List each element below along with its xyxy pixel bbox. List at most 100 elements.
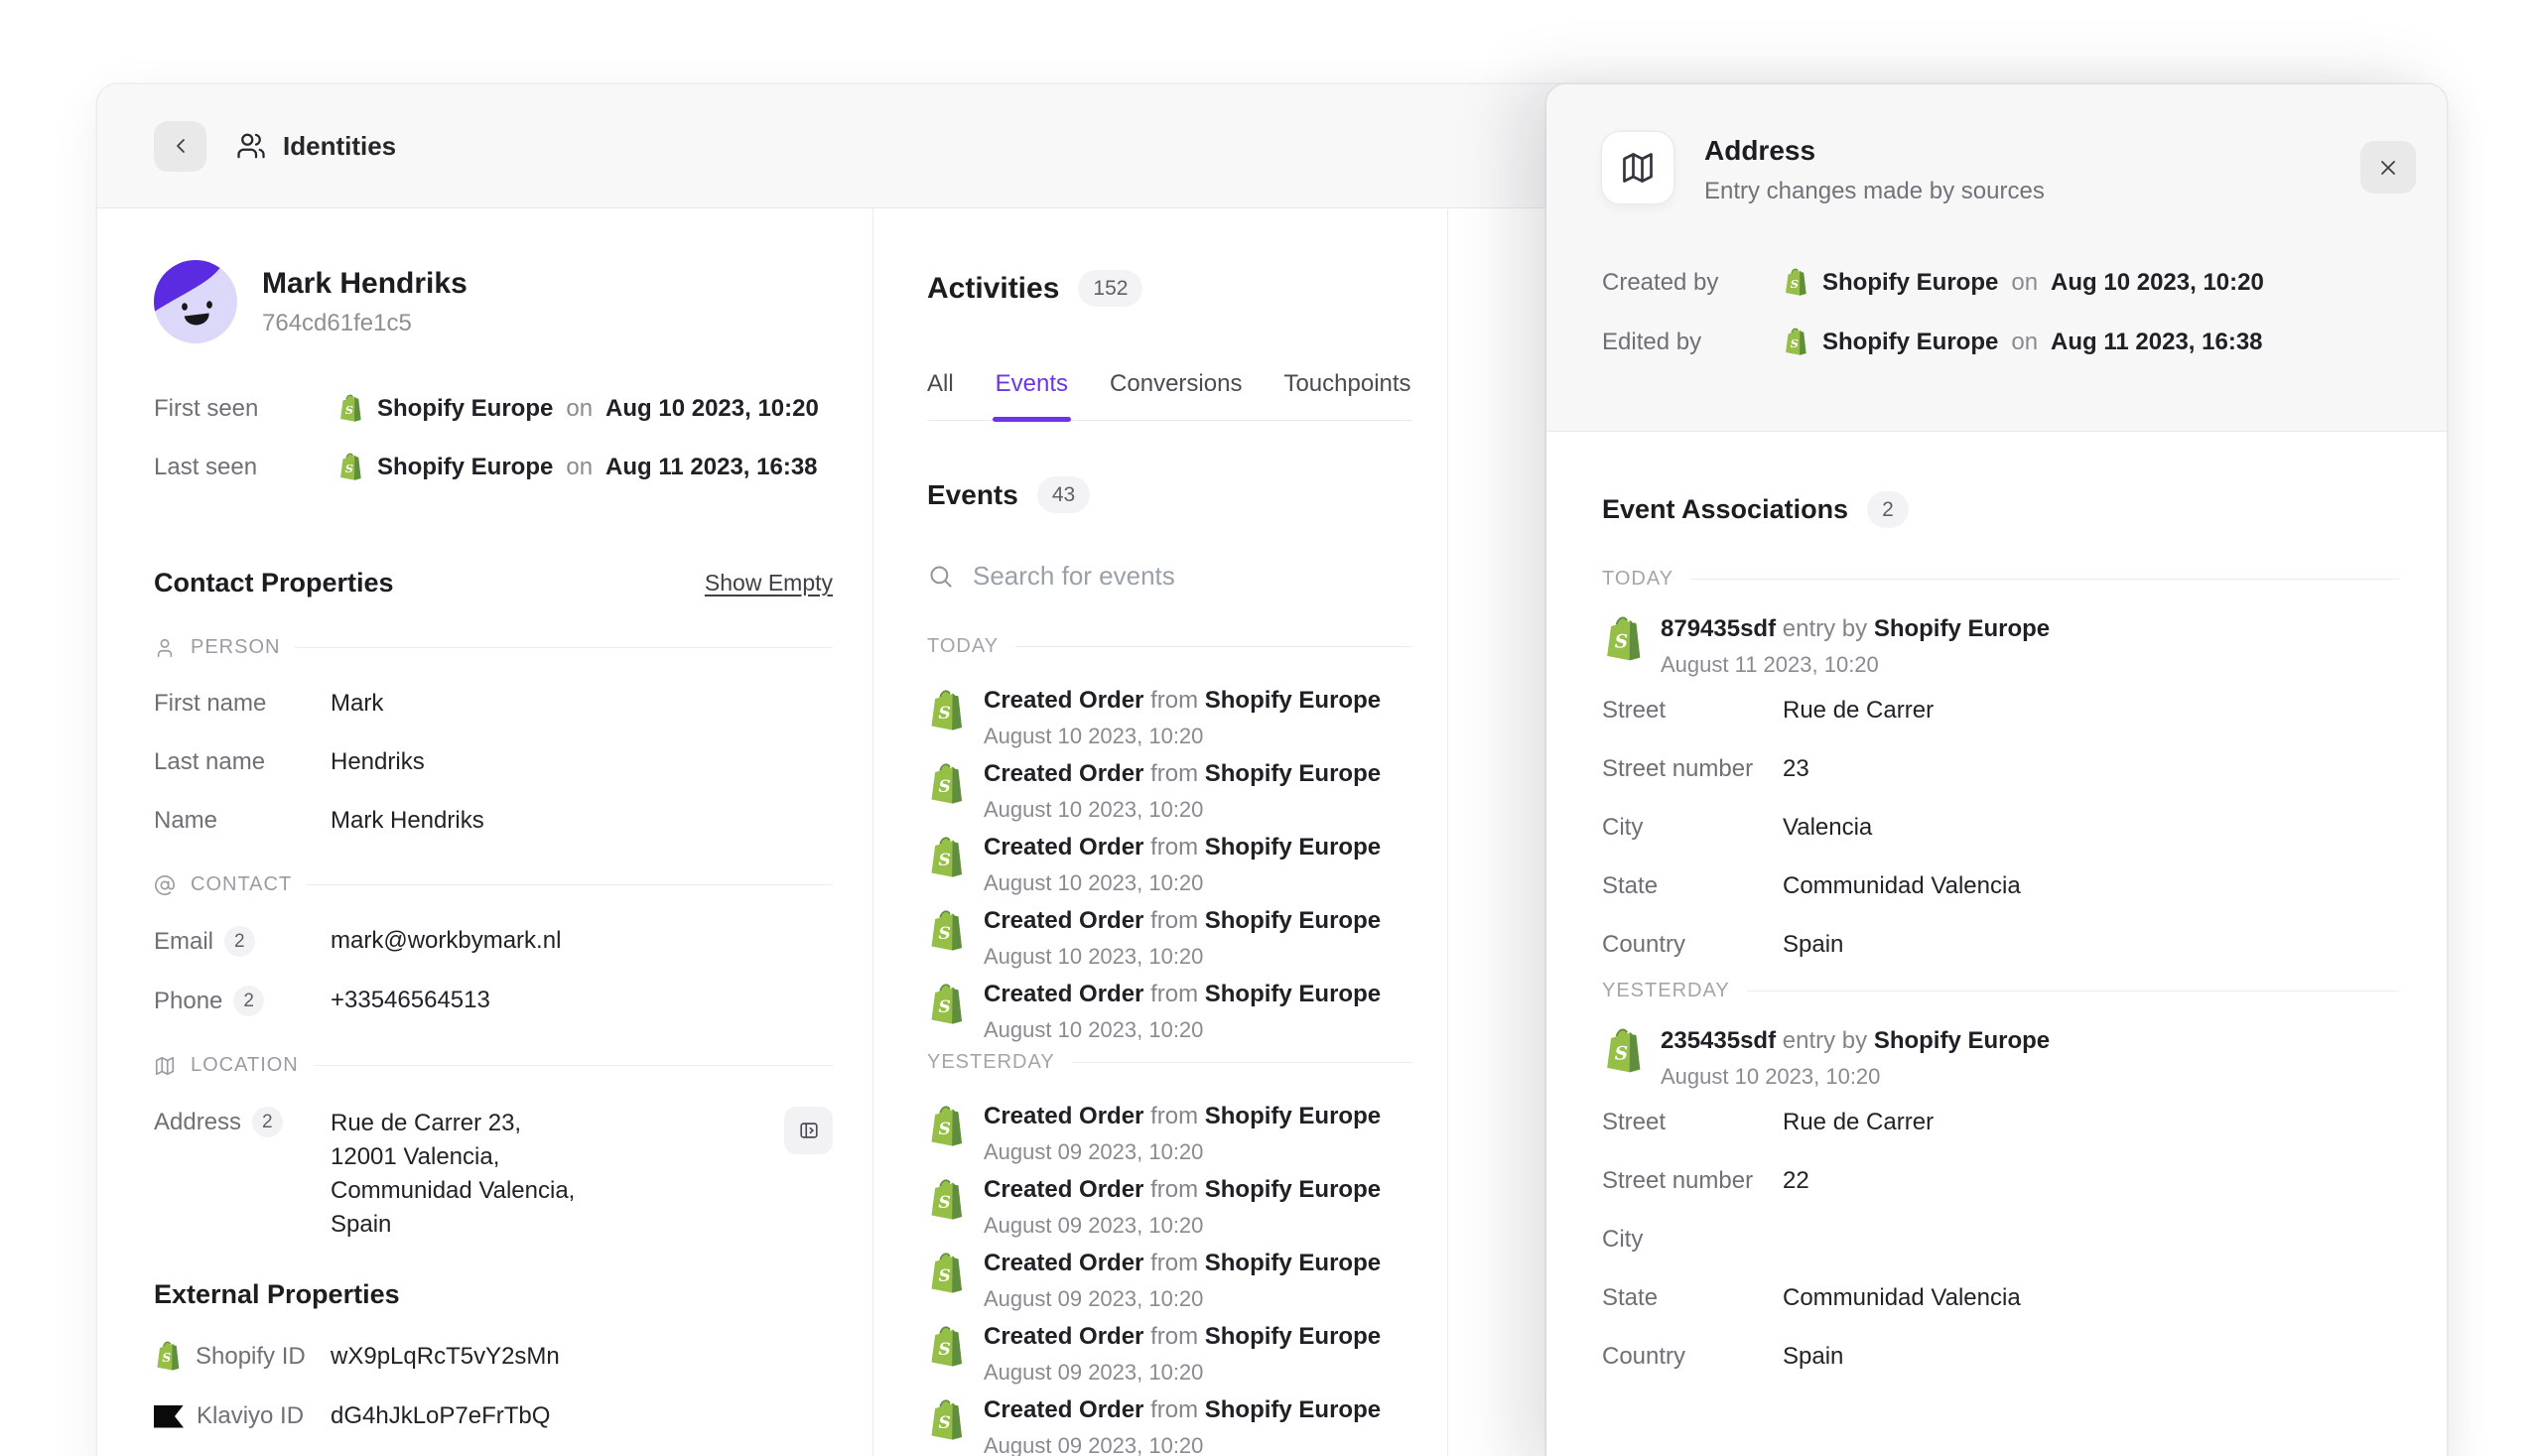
meta-label: Created by (1602, 268, 1783, 298)
event-date: August 10 2023, 10:20 (984, 797, 1381, 823)
assoc-field-street: Street Rue de Carrer (1602, 696, 2399, 726)
assoc-entry-id: 879435sdf (1661, 615, 1776, 642)
assoc-entry-date: August 10 2023, 10:20 (1661, 1064, 2050, 1090)
field-value: Mark Hendriks (331, 806, 484, 836)
meta-date: Aug 10 2023, 10:20 (2051, 268, 2264, 298)
shopify-icon (927, 761, 967, 807)
first-seen-source: Shopify Europe (377, 394, 553, 424)
event-date: August 09 2023, 10:20 (984, 1139, 1381, 1165)
divider (307, 884, 833, 886)
event-row[interactable]: Created Order from Shopify Europe August… (927, 1102, 1411, 1165)
activities-count-badge: 152 (1078, 270, 1142, 307)
assoc-entry-date: August 11 2023, 10:20 (1661, 652, 2050, 678)
profile-id: 764cd61fe1c5 (262, 310, 468, 337)
divider (314, 1065, 833, 1067)
ext-label: Klaviyo ID (197, 1401, 304, 1431)
meta-label: Edited by (1602, 328, 1783, 357)
side-panel-icon (798, 1120, 820, 1141)
search-input[interactable] (973, 561, 1350, 592)
section-person-label: PERSON (191, 636, 280, 659)
close-icon (2376, 156, 2400, 180)
event-date: August 10 2023, 10:20 (984, 1017, 1381, 1043)
tab-touchpoints[interactable]: Touchpoints (1283, 370, 1410, 420)
last-seen-label: Last seen (154, 453, 337, 482)
tab-events[interactable]: Events (996, 370, 1068, 420)
activities-title: Activities (927, 272, 1059, 306)
event-row[interactable]: Created Order from Shopify Europe August… (927, 759, 1411, 823)
assoc-divider-yesterday: YESTERDAY (1602, 980, 2399, 1002)
event-row[interactable]: Created Order from Shopify Europe August… (927, 980, 1411, 1043)
field-email: Email 2 mark@workbymark.nl (154, 926, 833, 957)
open-address-panel-button[interactable] (784, 1107, 833, 1154)
klaviyo-icon (154, 1405, 184, 1428)
event-row[interactable]: Created Order from Shopify Europe August… (927, 1395, 1411, 1456)
field-label: First name (154, 689, 266, 719)
shopify-icon (927, 835, 967, 880)
event-row[interactable]: Created Order from Shopify Europe August… (927, 906, 1411, 970)
breadcrumb: Identities (236, 131, 396, 162)
show-empty-button[interactable]: Show Empty (705, 570, 833, 596)
event-date: August 10 2023, 10:20 (984, 944, 1381, 970)
close-panel-button[interactable] (2360, 141, 2416, 194)
assoc-divider-today: TODAY (1602, 568, 2399, 591)
tab-conversions[interactable]: Conversions (1110, 370, 1242, 420)
count-badge: 2 (224, 926, 255, 957)
shopify-icon (927, 1397, 967, 1443)
edited-by-row: Edited by Shopify Europe on Aug 11 2023,… (1602, 327, 2399, 357)
field-value: Hendriks (331, 747, 425, 777)
shopify-icon (927, 688, 967, 733)
tab-all[interactable]: All (927, 370, 954, 420)
field-value: +33546564513 (331, 986, 490, 1015)
search-icon (927, 563, 954, 590)
identities-page: Identities (0, 0, 2541, 1456)
last-seen-connector: on (566, 453, 593, 482)
divider (295, 647, 833, 649)
profile-head: Mark Hendriks 764cd61fe1c5 (154, 260, 833, 343)
assoc-entry: 879435sdf entry by Shopify Europe August… (1602, 614, 2399, 678)
count-badge: 2 (252, 1107, 283, 1137)
assoc-entry-id: 235435sdf (1661, 1027, 1776, 1054)
assoc-field-city: City (1602, 1225, 2399, 1255)
map-icon (154, 1055, 176, 1077)
shopify-icon (927, 908, 967, 954)
meta-connector: on (2011, 268, 2038, 298)
date-divider-today: TODAY (927, 635, 1411, 658)
field-value: Mark (331, 689, 383, 719)
field-name: Name Mark Hendriks (154, 806, 833, 836)
shopify-icon (1602, 1026, 1646, 1076)
avatar (154, 260, 237, 343)
field-label: Name (154, 806, 217, 836)
event-row[interactable]: Created Order from Shopify Europe August… (927, 1249, 1411, 1312)
event-row[interactable]: Created Order from Shopify Europe August… (927, 1175, 1411, 1239)
field-phone: Phone 2 +33546564513 (154, 986, 833, 1016)
events-count-badge: 43 (1037, 476, 1090, 513)
event-row[interactable]: Created Order from Shopify Europe August… (927, 1322, 1411, 1386)
field-last-name: Last name Hendriks (154, 747, 833, 777)
profile-column: Mark Hendriks 764cd61fe1c5 First seen Sh… (97, 208, 873, 1456)
back-button[interactable] (154, 121, 206, 172)
event-date: August 09 2023, 10:20 (984, 1286, 1381, 1312)
event-row[interactable]: Created Order from Shopify Europe August… (927, 686, 1411, 749)
assoc-entry-connector: entry by (1783, 1027, 1867, 1054)
section-location: LOCATION (154, 1054, 833, 1077)
assoc-field-country: Country Spain (1602, 1342, 2399, 1372)
first-seen-connector: on (566, 394, 593, 424)
last-seen-date: Aug 11 2023, 16:38 (605, 453, 817, 482)
activities-column: Activities 152 All Events Conversions To… (873, 208, 1448, 1456)
address-panel: Address Entry changes made by sources Cr… (1546, 84, 2447, 1456)
shopify-icon (1602, 614, 1646, 664)
event-date: August 09 2023, 10:20 (984, 1433, 1381, 1456)
event-date: August 10 2023, 10:20 (984, 870, 1381, 896)
date-divider-yesterday: YESTERDAY (927, 1051, 1411, 1074)
event-associations-count-badge: 2 (1867, 491, 1909, 528)
assoc-field-street-number: Street number 23 (1602, 754, 2399, 784)
event-row[interactable]: Created Order from Shopify Europe August… (927, 833, 1411, 896)
event-date: August 10 2023, 10:20 (984, 724, 1381, 749)
external-properties-title: External Properties (154, 1279, 833, 1310)
panel-subtitle: Entry changes made by sources (1704, 178, 2045, 205)
section-person: PERSON (154, 636, 833, 659)
section-contact-label: CONTACT (191, 873, 292, 896)
meta-date: Aug 11 2023, 16:38 (2051, 328, 2262, 357)
ext-label: Shopify ID (196, 1342, 306, 1372)
assoc-field-state: State Communidad Valencia (1602, 1283, 2399, 1313)
